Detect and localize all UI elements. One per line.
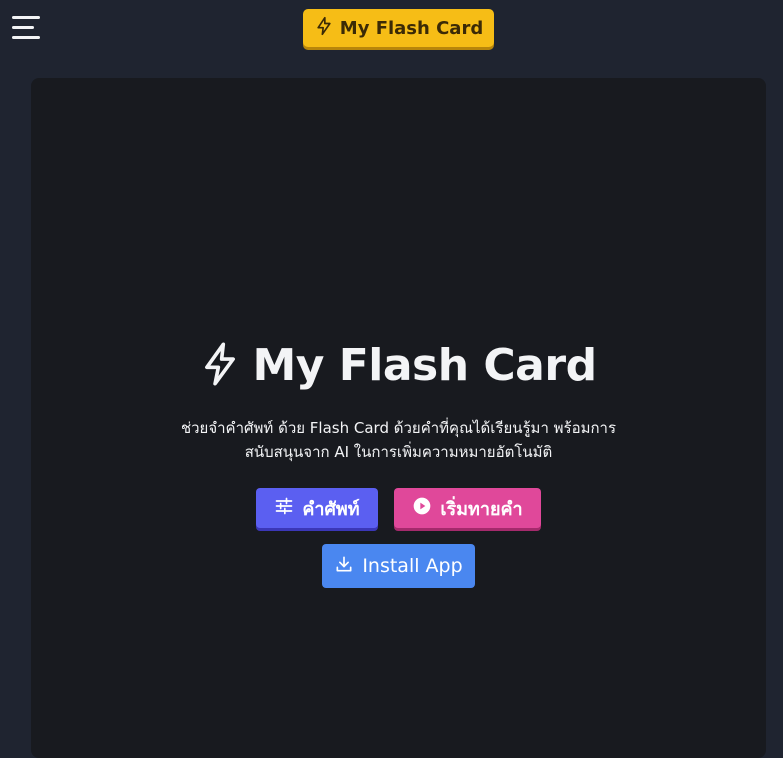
brand-button[interactable]: My Flash Card [303,9,494,47]
install-app-button-label: Install App [362,555,463,577]
brand-label: My Flash Card [339,17,484,39]
play-circle-icon [412,496,432,521]
install-app-button[interactable]: Install App [322,544,475,588]
lightning-icon [314,16,334,41]
main-panel: My Flash Card ช่วยจำคำศัพท์ ด้วย Flash C… [31,78,766,758]
hamburger-menu-icon [12,16,40,19]
description-line: สนับสนุนจาก AI ในการเพิ่มความหมายอัตโนมั… [244,443,553,461]
hero-description: ช่วยจำคำศัพท์ ด้วย Flash Card ด้วยคำที่ค… [111,416,686,464]
start-guess-button-label: เริ่มทายคำ [440,498,523,520]
hamburger-menu-button[interactable] [12,16,42,42]
vocabulary-button-label: คำศัพท์ [302,498,360,520]
hamburger-menu-icon-bar [12,36,40,39]
sliders-icon [274,496,294,521]
description-line: ช่วยจำคำศัพท์ ด้วย Flash Card ด้วยคำที่ค… [180,419,617,437]
start-guess-button[interactable]: เริ่มทายคำ [394,488,541,528]
download-icon [334,554,354,579]
hamburger-menu-icon-bar [12,26,34,29]
vocabulary-button[interactable]: คำศัพท์ [256,488,378,528]
hero-title: My Flash Card [31,340,766,391]
page-title: My Flash Card [252,340,597,391]
lightning-icon [200,341,240,391]
